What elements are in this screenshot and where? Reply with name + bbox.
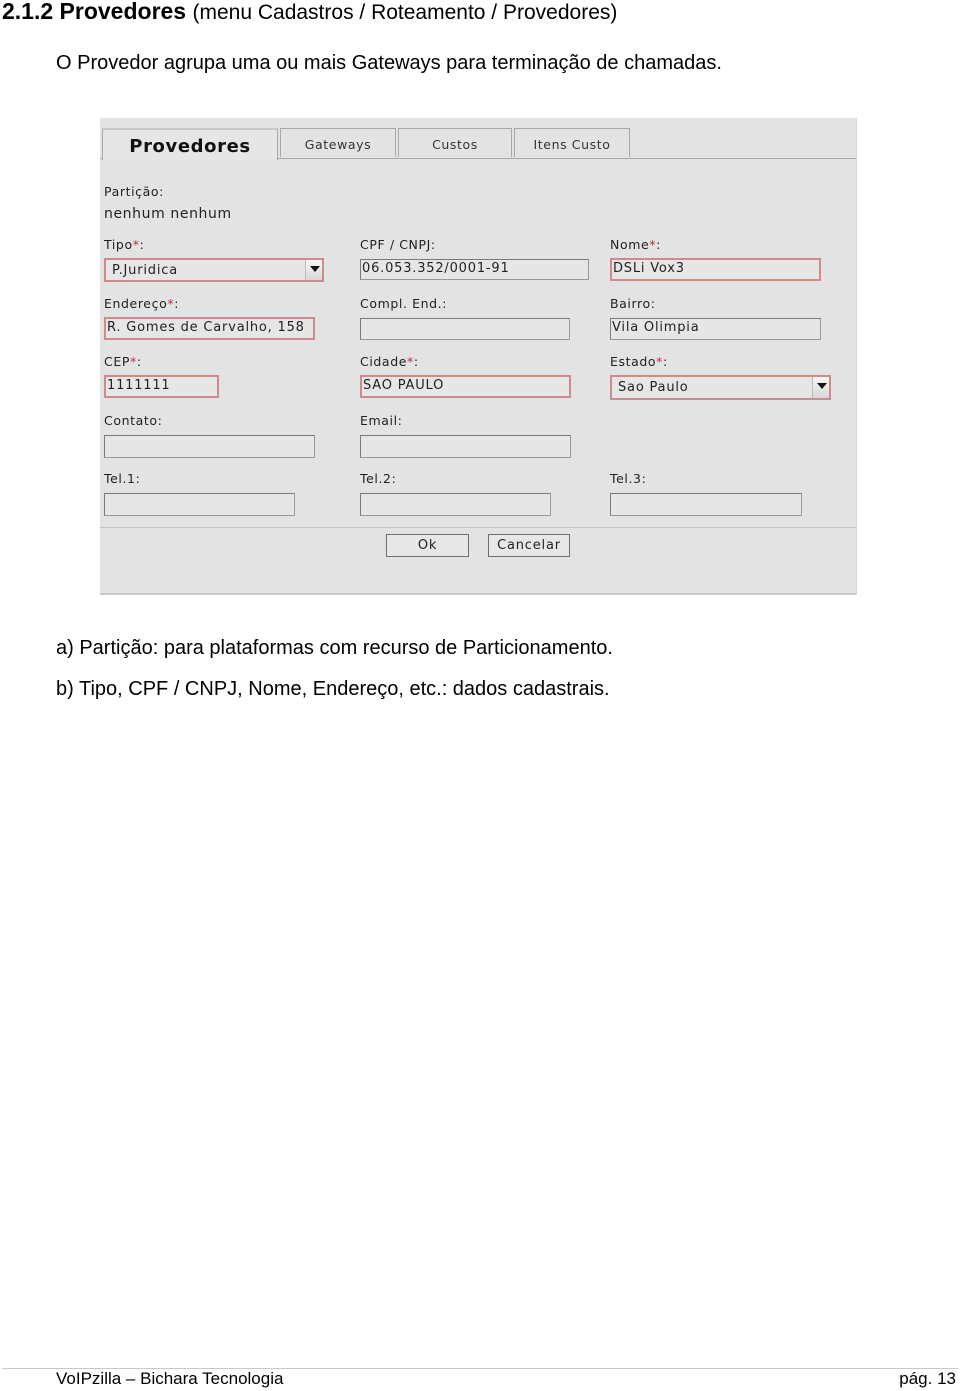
tel2-input[interactable] <box>360 493 551 516</box>
section-title: 2.1.2 Provedores <box>2 0 187 24</box>
tel1-label: Tel.1: <box>104 471 141 486</box>
chevron-down-icon[interactable] <box>812 377 829 398</box>
footer-page-number: pág. 13 <box>899 1369 956 1388</box>
cpf-cnpj-input[interactable]: 06.053.352/0001-91 <box>360 259 589 280</box>
tipo-label: Tipo*: <box>104 237 145 252</box>
nome-label: Nome*: <box>610 237 661 252</box>
provider-form-screenshot: Provedores Gateways Custos Itens Custo P… <box>100 118 857 595</box>
cancel-button[interactable]: Cancelar <box>488 534 570 557</box>
note-item: b) Tipo, CPF / CNPJ, Nome, Endereço, etc… <box>56 678 610 700</box>
tipo-select[interactable]: P.Juridica <box>104 258 324 282</box>
cep-input[interactable]: 1111111 <box>104 375 219 398</box>
compl-end-label: Compl. End.: <box>360 296 448 311</box>
tab-provedores[interactable]: Provedores <box>102 128 278 160</box>
menu-path: (menu Cadastros / Roteamento / Provedore… <box>192 1 618 24</box>
compl-end-input[interactable] <box>360 318 570 340</box>
cidade-input[interactable]: SAO PAULO <box>360 375 571 398</box>
tel1-input[interactable] <box>104 493 295 516</box>
tab-custos[interactable]: Custos <box>398 128 512 157</box>
estado-select[interactable]: Sao Paulo <box>610 375 831 400</box>
email-label: Email: <box>360 413 403 428</box>
email-input[interactable] <box>360 435 571 458</box>
footer-company: VoIPzilla – Bichara Tecnologia <box>56 1369 284 1388</box>
tab-itens-custo[interactable]: Itens Custo <box>514 128 630 157</box>
tel3-label: Tel.3: <box>610 471 647 486</box>
notes-list: a) Partição: para plataformas com recurs… <box>56 637 613 719</box>
contato-label: Contato: <box>104 413 163 428</box>
tel3-input[interactable] <box>610 493 802 516</box>
contato-input[interactable] <box>104 435 315 458</box>
endereco-input[interactable]: R. Gomes de Carvalho, 158 <box>104 317 315 340</box>
intro-paragraph: O Provedor agrupa uma ou mais Gateways p… <box>56 52 722 74</box>
bairro-input[interactable]: Vila Olimpia <box>610 318 821 340</box>
endereco-label: Endereço*: <box>104 296 179 311</box>
note-item: a) Partição: para plataformas com recurs… <box>56 637 613 659</box>
section-heading: 2.1.2 Provedores (menu Cadastros / Rotea… <box>2 0 617 25</box>
divider <box>100 527 856 528</box>
bairro-label: Bairro: <box>610 296 656 311</box>
particao-value: nenhum nenhum <box>104 206 232 222</box>
tab-bar: Provedores Gateways Custos Itens Custo <box>100 128 856 160</box>
particao-label: Partição: <box>104 184 164 199</box>
tel2-label: Tel.2: <box>360 471 397 486</box>
cep-label: CEP*: <box>104 354 142 369</box>
estado-label: Estado*: <box>610 354 668 369</box>
cidade-label: Cidade*: <box>360 354 419 369</box>
tab-gateways[interactable]: Gateways <box>280 128 396 157</box>
chevron-down-icon[interactable] <box>305 260 322 280</box>
nome-input[interactable]: DSLi Vox3 <box>610 258 821 281</box>
ok-button[interactable]: Ok <box>386 534 469 557</box>
cpf-cnpj-label: CPF / CNPJ: <box>360 237 436 252</box>
